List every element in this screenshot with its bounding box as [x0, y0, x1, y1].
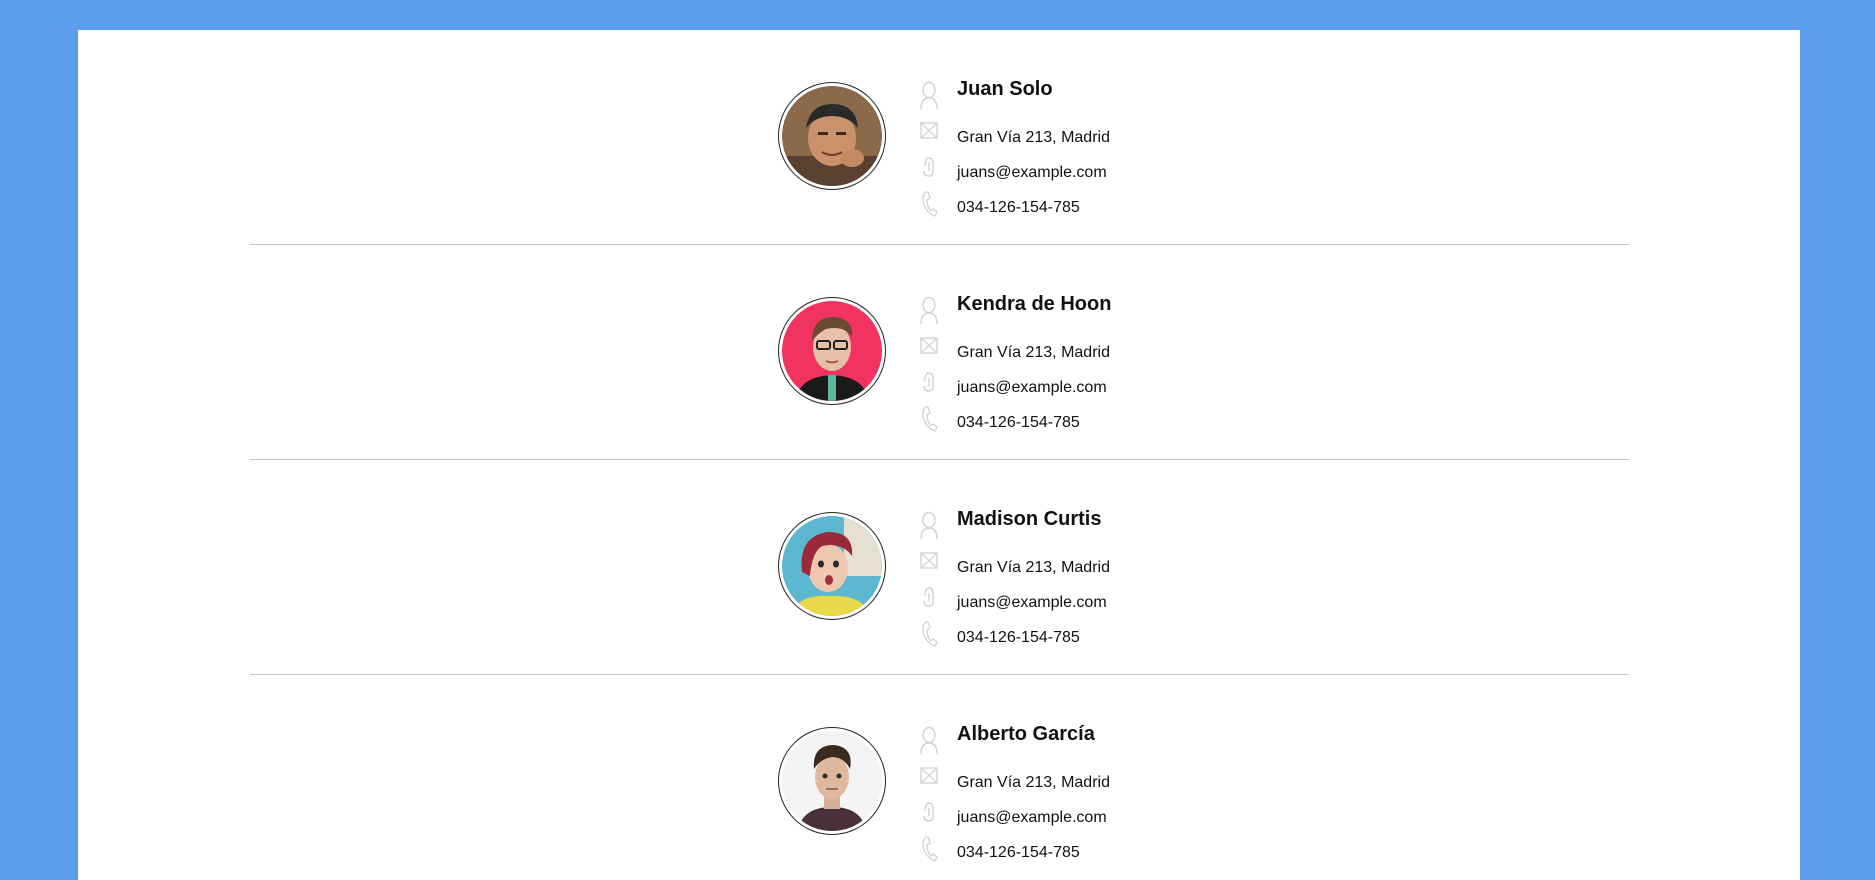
contact-phone[interactable]: 034-126-154-785	[957, 844, 1080, 862]
user-icon	[918, 510, 940, 540]
avatar-photo	[782, 86, 882, 186]
phone-icon	[918, 188, 940, 218]
contact-card: Alberto García Gran Vía 213, Madrid juan…	[250, 675, 1629, 880]
avatar	[778, 727, 886, 835]
contact-email[interactable]: juans@example.com	[957, 164, 1107, 182]
avatar	[778, 297, 886, 405]
user-icon	[918, 725, 940, 755]
contact-name: Kendra de Hoon	[957, 293, 1112, 315]
contact-address: Gran Vía 213, Madrid	[957, 344, 1110, 361]
contact-name: Alberto García	[957, 723, 1095, 745]
contact-email[interactable]: juans@example.com	[957, 809, 1107, 827]
phone-icon	[918, 833, 940, 863]
contact-address: Gran Vía 213, Madrid	[957, 774, 1110, 791]
user-icon	[918, 80, 940, 110]
avatar	[778, 82, 886, 190]
envelope-icon	[918, 331, 940, 361]
phone-icon	[918, 403, 940, 433]
at-icon	[918, 367, 940, 397]
contact-sheet: Juan Solo Gran Vía 213, Madrid juans@exa…	[78, 30, 1800, 880]
contact-name: Juan Solo	[957, 78, 1053, 100]
envelope-icon	[918, 761, 940, 791]
avatar-photo	[782, 731, 882, 831]
at-icon	[918, 152, 940, 182]
avatar	[778, 512, 886, 620]
contact-address: Gran Vía 213, Madrid	[957, 559, 1110, 576]
phone-icon	[918, 618, 940, 648]
contact-phone[interactable]: 034-126-154-785	[957, 629, 1080, 647]
contact-phone[interactable]: 034-126-154-785	[957, 199, 1080, 217]
contact-card: Kendra de Hoon Gran Vía 213, Madrid juan…	[250, 245, 1629, 460]
contact-address: Gran Vía 213, Madrid	[957, 129, 1110, 146]
envelope-icon	[918, 116, 940, 146]
contact-card: Madison Curtis Gran Vía 213, Madrid juan…	[250, 460, 1629, 675]
contact-phone[interactable]: 034-126-154-785	[957, 414, 1080, 432]
avatar-photo	[782, 301, 882, 401]
avatar-photo	[782, 516, 882, 616]
contact-name: Madison Curtis	[957, 508, 1102, 530]
at-icon	[918, 797, 940, 827]
contact-card: Juan Solo Gran Vía 213, Madrid juans@exa…	[250, 30, 1629, 245]
contact-email[interactable]: juans@example.com	[957, 379, 1107, 397]
at-icon	[918, 582, 940, 612]
contact-email[interactable]: juans@example.com	[957, 594, 1107, 612]
envelope-icon	[918, 546, 940, 576]
contact-list: Juan Solo Gran Vía 213, Madrid juans@exa…	[250, 30, 1629, 880]
user-icon	[918, 295, 940, 325]
